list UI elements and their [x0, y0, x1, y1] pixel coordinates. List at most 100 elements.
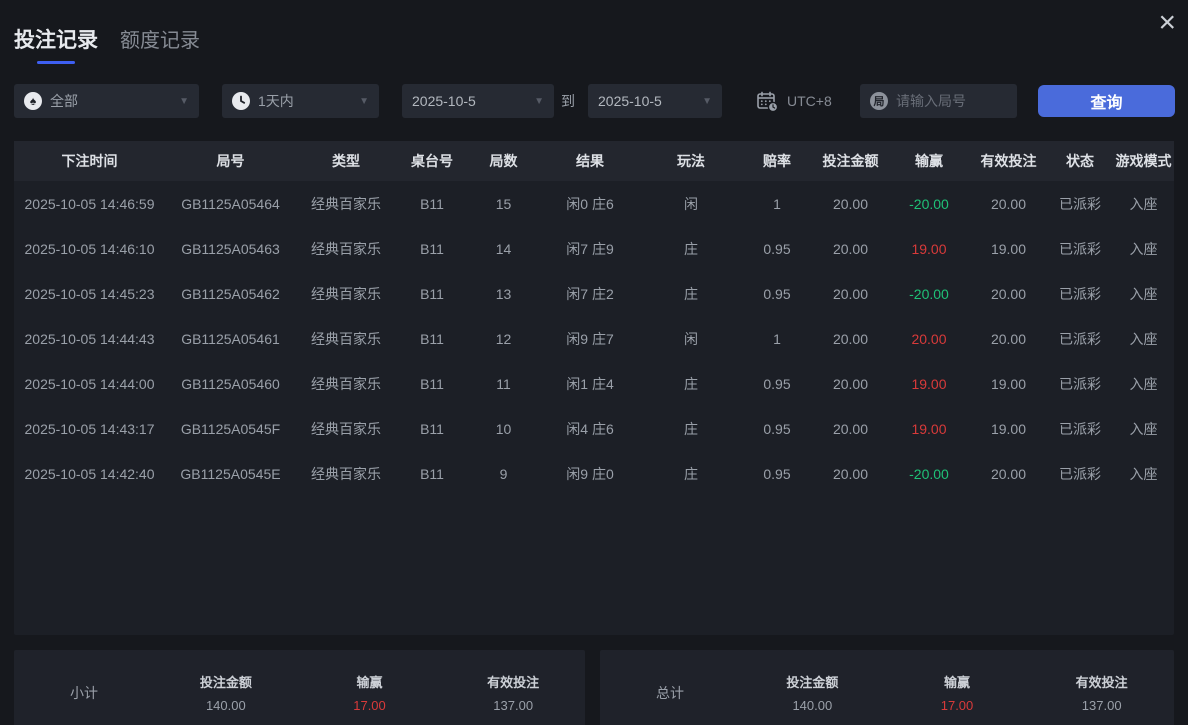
cell-type: 经典百家乐 [296, 181, 396, 226]
cell-round-id: GB1125A05462 [165, 271, 296, 316]
cell-type: 经典百家乐 [296, 271, 396, 316]
cell-winloss: 19.00 [888, 406, 970, 451]
tab-betting-records[interactable]: 投注记录 [14, 24, 98, 64]
cell-type: 经典百家乐 [296, 451, 396, 496]
table-row: 2025-10-05 14:44:00 GB1125A05460 经典百家乐 B… [14, 361, 1174, 406]
col-header-round-id: 局号 [165, 141, 296, 181]
date-from-picker[interactable]: 2025-10-5 ▼ [402, 84, 554, 118]
game-type-dropdown[interactable]: ♠ 全部 ▼ [14, 84, 199, 118]
cell-bet-amount: 20.00 [813, 406, 888, 451]
cell-round-id: GB1125A05461 [165, 316, 296, 361]
cell-round-id: GB1125A0545F [165, 406, 296, 451]
close-icon[interactable]: × [1158, 8, 1176, 38]
cell-game-mode: 入座 [1113, 181, 1174, 226]
cell-round-id: GB1125A05460 [165, 361, 296, 406]
cell-bet-time: 2025-10-05 14:44:00 [14, 361, 165, 406]
cell-game-mode: 入座 [1113, 316, 1174, 361]
timezone-indicator: UTC+8 [755, 84, 832, 118]
cell-result: 闲9 庄0 [539, 451, 641, 496]
cell-valid-bet: 19.00 [970, 406, 1047, 451]
subtotal-bet-amount: 投注金额 140.00 [154, 672, 298, 713]
cell-result: 闲7 庄2 [539, 271, 641, 316]
col-header-odds: 赔率 [741, 141, 813, 181]
subtotal-panel: 小计 投注金额 140.00 输赢 17.00 有效投注 137.00 [14, 650, 585, 725]
cell-play: 闲 [641, 316, 741, 361]
cell-odds: 1 [741, 181, 813, 226]
col-header-winloss: 输赢 [888, 141, 970, 181]
round-number-input[interactable] [896, 93, 1007, 109]
subtotal-winloss: 输赢 17.00 [298, 672, 442, 713]
col-header-result: 结果 [539, 141, 641, 181]
cell-bet-time: 2025-10-05 14:45:23 [14, 271, 165, 316]
table-row: 2025-10-05 14:42:40 GB1125A0545E 经典百家乐 B… [14, 451, 1174, 496]
cell-result: 闲4 庄6 [539, 406, 641, 451]
cell-play: 庄 [641, 406, 741, 451]
col-header-bet-time: 下注时间 [14, 141, 165, 181]
col-header-round-no: 局数 [468, 141, 539, 181]
cell-type: 经典百家乐 [296, 316, 396, 361]
cell-result: 闲0 庄6 [539, 181, 641, 226]
cell-game-mode: 入座 [1113, 451, 1174, 496]
to-label: 到 [561, 84, 575, 118]
cell-odds: 1 [741, 316, 813, 361]
col-header-valid-bet: 有效投注 [970, 141, 1047, 181]
cell-round-id: GB1125A05463 [165, 226, 296, 271]
cell-bet-time: 2025-10-05 14:42:40 [14, 451, 165, 496]
cell-play: 庄 [641, 271, 741, 316]
cell-odds: 0.95 [741, 226, 813, 271]
cell-bet-amount: 20.00 [813, 451, 888, 496]
cell-play: 庄 [641, 451, 741, 496]
cell-game-mode: 入座 [1113, 271, 1174, 316]
table-row: 2025-10-05 14:46:59 GB1125A05464 经典百家乐 B… [14, 181, 1174, 226]
col-header-play: 玩法 [641, 141, 741, 181]
cell-bet-amount: 20.00 [813, 316, 888, 361]
game-type-value: 全部 [50, 91, 78, 111]
filter-bar: ♠ 全部 ▼ 1天内 ▼ 2025-10-5 ▼ 到 2025-10-5 ▼ [0, 84, 1188, 118]
cell-round-no: 14 [468, 226, 539, 271]
total-label: 总计 [600, 683, 740, 703]
cell-round-no: 12 [468, 316, 539, 361]
round-number-icon: 局 [870, 92, 888, 110]
total-panel: 总计 投注金额 140.00 输赢 17.00 有效投注 137.00 [600, 650, 1174, 725]
cell-table-no: B11 [396, 406, 468, 451]
cell-type: 经典百家乐 [296, 361, 396, 406]
cell-round-no: 11 [468, 361, 539, 406]
cell-play: 庄 [641, 361, 741, 406]
betting-records-window: × 投注记录 额度记录 ♠ 全部 ▼ 1天内 ▼ 2025-10-5 ▼ 到 [0, 0, 1188, 725]
records-table: 下注时间 局号 类型 桌台号 局数 结果 玩法 赔率 投注金额 输赢 有效投注 … [14, 141, 1174, 496]
cell-round-no: 15 [468, 181, 539, 226]
cell-valid-bet: 19.00 [970, 226, 1047, 271]
cell-bet-amount: 20.00 [813, 226, 888, 271]
time-range-dropdown[interactable]: 1天内 ▼ [222, 84, 379, 118]
clock-icon [232, 92, 250, 110]
cell-status: 已派彩 [1047, 406, 1113, 451]
time-range-value: 1天内 [258, 91, 294, 111]
cell-status: 已派彩 [1047, 271, 1113, 316]
total-valid-bet: 有效投注 137.00 [1029, 672, 1174, 713]
cell-status: 已派彩 [1047, 226, 1113, 271]
total-bet-amount: 投注金额 140.00 [740, 672, 885, 713]
date-from-value: 2025-10-5 [412, 93, 476, 109]
cell-winloss: -20.00 [888, 451, 970, 496]
search-button[interactable]: 查询 [1038, 85, 1175, 117]
col-header-bet-amount: 投注金额 [813, 141, 888, 181]
cell-round-id: GB1125A05464 [165, 181, 296, 226]
cell-winloss: -20.00 [888, 271, 970, 316]
cell-valid-bet: 20.00 [970, 316, 1047, 361]
table-header-row: 下注时间 局号 类型 桌台号 局数 结果 玩法 赔率 投注金额 输赢 有效投注 … [14, 141, 1174, 181]
cell-round-no: 9 [468, 451, 539, 496]
tab-quota-records[interactable]: 额度记录 [120, 24, 200, 63]
cell-table-no: B11 [396, 181, 468, 226]
summary-row: 小计 投注金额 140.00 输赢 17.00 有效投注 137.00 总计 [14, 650, 1174, 725]
cell-status: 已派彩 [1047, 361, 1113, 406]
cell-bet-time: 2025-10-05 14:46:59 [14, 181, 165, 226]
date-to-value: 2025-10-5 [598, 93, 662, 109]
cell-status: 已派彩 [1047, 451, 1113, 496]
cell-bet-amount: 20.00 [813, 271, 888, 316]
date-to-picker[interactable]: 2025-10-5 ▼ [588, 84, 722, 118]
cell-table-no: B11 [396, 451, 468, 496]
cell-status: 已派彩 [1047, 316, 1113, 361]
cell-table-no: B11 [396, 361, 468, 406]
cell-bet-amount: 20.00 [813, 181, 888, 226]
cell-game-mode: 入座 [1113, 226, 1174, 271]
